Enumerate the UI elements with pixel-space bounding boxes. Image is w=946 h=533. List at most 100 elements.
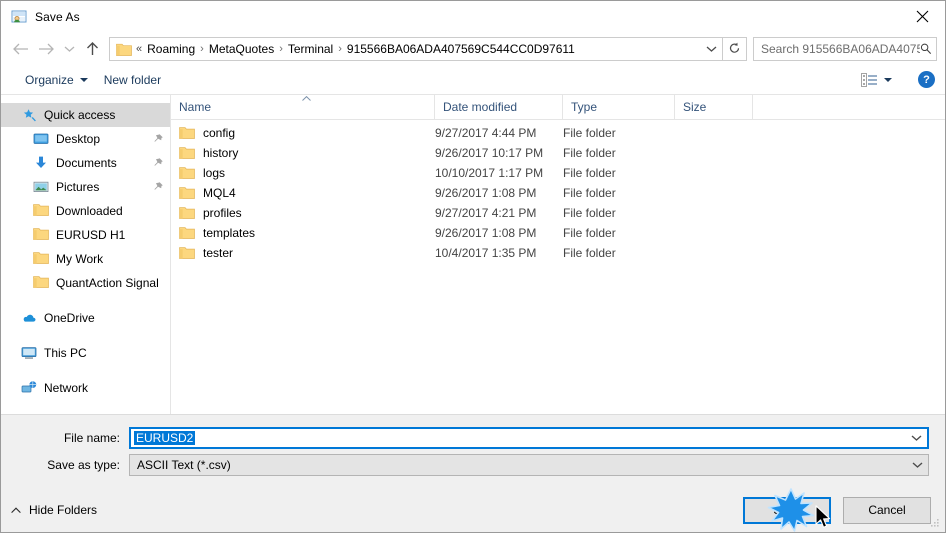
folder-icon	[179, 126, 195, 140]
column-label: Name	[179, 99, 212, 114]
sidebar-item-eurusd-h1[interactable]: EURUSD H1	[1, 223, 170, 247]
table-row[interactable]: history 9/26/2017 10:17 PM File folder	[171, 143, 945, 163]
file-name-cell: tester	[171, 246, 435, 260]
table-row[interactable]: MQL4 9/26/2017 1:08 PM File folder	[171, 183, 945, 203]
file-type: File folder	[563, 226, 616, 240]
window-title: Save As	[35, 9, 80, 24]
file-type: File folder	[563, 126, 616, 140]
recent-locations-button[interactable]	[59, 36, 79, 62]
table-row[interactable]: profiles 9/27/2017 4:21 PM File folder	[171, 203, 945, 223]
save-as-icon	[11, 9, 27, 25]
sidebar-item-onedrive[interactable]: OneDrive	[1, 306, 170, 330]
column-header-size[interactable]: Size	[675, 94, 753, 120]
folder-icon	[179, 146, 195, 160]
sidebar-label: EURUSD H1	[56, 228, 126, 242]
pictures-icon	[33, 179, 49, 195]
breadcrumb-separator[interactable]: ›	[198, 38, 206, 60]
address-bar[interactable]: « Roaming › MetaQuotes › Terminal › 9155…	[109, 36, 723, 61]
save-as-type-label: Save as type:	[47, 457, 120, 472]
file-name-cell: templates	[171, 226, 435, 240]
sidebar-divider	[1, 295, 170, 306]
column-header-name[interactable]: Name	[171, 94, 435, 120]
file-name-dropdown-button[interactable]	[905, 428, 927, 448]
breadcrumb-terminal[interactable]: Terminal	[285, 38, 336, 60]
sidebar-item-pictures[interactable]: Pictures	[1, 175, 170, 199]
column-header-date-modified[interactable]: Date modified	[435, 94, 563, 120]
this-pc-icon	[21, 345, 37, 361]
sidebar-item-quantaction-signal[interactable]: QuantAction Signal	[1, 271, 170, 295]
file-type: File folder	[563, 246, 616, 260]
new-folder-label: New folder	[103, 72, 162, 87]
address-dropdown-button[interactable]	[702, 38, 720, 60]
sidebar-divider	[1, 330, 170, 341]
navigation-sidebar: Quick access Desktop Documents Pictures …	[1, 95, 171, 414]
sidebar-divider	[1, 365, 170, 376]
sidebar-label: This PC	[44, 346, 87, 360]
breadcrumb-terminal-id[interactable]: 915566BA06ADA407569C544CC0D97611	[344, 38, 578, 60]
sidebar-label: Desktop	[56, 132, 101, 146]
folder-icon	[116, 42, 132, 56]
file-name-input[interactable]: EURUSD2	[129, 426, 929, 449]
save-form: File name: EURUSD2 Save as type: ASCII T…	[1, 414, 945, 488]
sidebar-label: Quick access	[44, 108, 116, 122]
file-name-label: File name:	[63, 430, 120, 445]
save-as-type-row: Save as type: ASCII Text (*.csv)	[17, 453, 929, 476]
table-row[interactable]: templates 9/26/2017 1:08 PM File folder	[171, 223, 945, 243]
refresh-button[interactable]	[723, 36, 747, 61]
arrow-right-icon	[38, 43, 54, 54]
sidebar-item-downloaded[interactable]: Downloaded	[1, 199, 170, 223]
column-headers: Name Date modified Type Size	[171, 94, 945, 120]
new-folder-button[interactable]: New folder	[96, 69, 169, 91]
breadcrumb-separator[interactable]: ›	[277, 38, 285, 60]
save-as-dialog: Save As « Roaming › MetaQuotes › Termina…	[0, 0, 946, 533]
pin-icon[interactable]	[152, 133, 164, 145]
sidebar-item-this-pc[interactable]: This PC	[1, 341, 170, 365]
sidebar-item-documents[interactable]: Documents	[1, 151, 170, 175]
table-row[interactable]: config 9/27/2017 4:44 PM File folder	[171, 123, 945, 143]
sidebar-item-network[interactable]: Network	[1, 376, 170, 400]
help-icon[interactable]: ?	[918, 71, 935, 88]
table-row[interactable]: tester 10/4/2017 1:35 PM File folder	[171, 243, 945, 263]
sidebar-label: Network	[44, 381, 89, 395]
file-name-value: EURUSD2	[134, 430, 196, 445]
save-as-type-select[interactable]: ASCII Text (*.csv)	[129, 453, 929, 476]
file-name: config	[203, 126, 236, 140]
chevron-down-icon	[884, 77, 892, 82]
sidebar-item-quick-access[interactable]: Quick access	[1, 103, 170, 127]
chevron-down-icon	[64, 46, 74, 52]
back-button[interactable]	[7, 36, 33, 62]
forward-button[interactable]	[33, 36, 59, 62]
pin-icon[interactable]	[152, 181, 164, 193]
column-header-type[interactable]: Type	[563, 94, 675, 120]
search-input[interactable]: Search 915566BA06ADA40756...	[753, 36, 937, 61]
table-row[interactable]: logs 10/10/2017 1:17 PM File folder	[171, 163, 945, 183]
breadcrumb-roaming[interactable]: Roaming	[144, 38, 198, 60]
organize-button[interactable]: Organize	[17, 69, 96, 91]
sidebar-label: Documents	[56, 156, 117, 170]
change-view-button[interactable]	[853, 69, 900, 91]
hide-folders-button[interactable]: Hide Folders	[11, 503, 97, 517]
save-button[interactable]: Save	[743, 496, 831, 524]
cancel-button[interactable]: Cancel	[843, 496, 931, 524]
sidebar-item-my-work[interactable]: My Work	[1, 247, 170, 271]
breadcrumb-metaquotes[interactable]: MetaQuotes	[206, 38, 277, 60]
file-name-cell: MQL4	[171, 186, 435, 200]
folder-icon	[179, 226, 195, 240]
file-type: File folder	[563, 186, 616, 200]
sidebar-label: My Work	[56, 252, 104, 266]
file-rows: config 9/27/2017 4:44 PM File folder his…	[171, 120, 945, 414]
resize-grip-icon[interactable]	[929, 517, 941, 529]
chevron-down-icon	[912, 461, 922, 468]
hide-folders-label: Hide Folders	[29, 503, 98, 517]
breadcrumb-separator[interactable]: ›	[336, 38, 344, 60]
close-icon[interactable]	[899, 1, 945, 31]
up-button[interactable]	[79, 36, 105, 62]
folder-icon	[33, 227, 49, 243]
file-date: 9/27/2017 4:44 PM	[435, 126, 537, 140]
star-pin-icon	[21, 107, 37, 123]
sidebar-item-desktop[interactable]: Desktop	[1, 127, 170, 151]
cancel-label: Cancel	[868, 503, 906, 517]
save-as-type-dropdown-button[interactable]	[906, 455, 928, 475]
pin-icon[interactable]	[152, 157, 164, 169]
breadcrumb-overflow[interactable]: «	[136, 43, 144, 55]
